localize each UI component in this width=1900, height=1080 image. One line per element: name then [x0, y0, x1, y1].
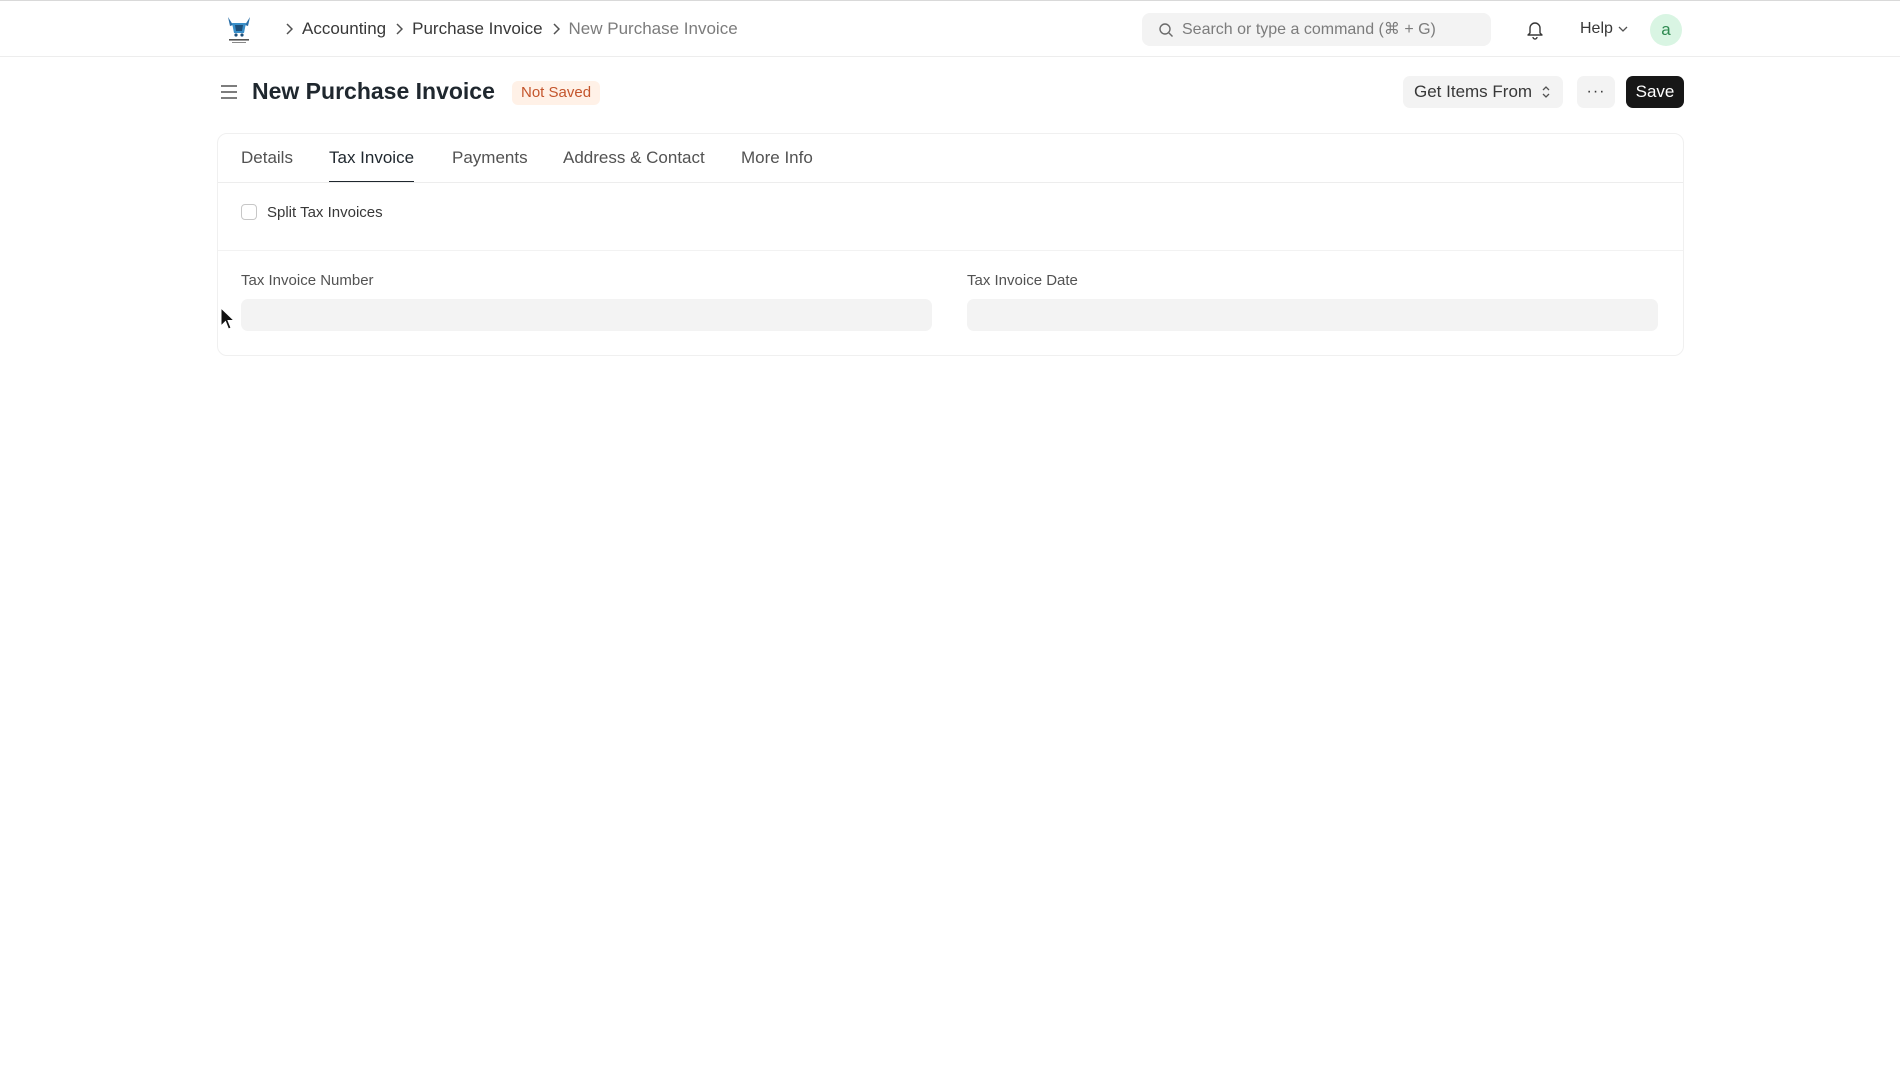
more-actions-button[interactable]: ···	[1577, 76, 1615, 108]
tab-payments[interactable]: Payments	[452, 148, 528, 182]
chevron-right-icon	[276, 19, 302, 39]
search-icon	[1159, 23, 1173, 37]
notification-bell-icon[interactable]	[1526, 20, 1544, 40]
select-arrows-icon	[1542, 86, 1550, 98]
page-title: New Purchase Invoice	[252, 78, 495, 104]
chevron-right-icon	[386, 19, 412, 39]
get-items-from-button[interactable]: Get Items From	[1403, 76, 1563, 108]
help-dropdown[interactable]: Help	[1580, 18, 1628, 40]
awesome-bar[interactable]	[1142, 13, 1491, 46]
tab-address-contact[interactable]: Address & Contact	[563, 148, 705, 182]
split-tax-invoices-label: Split Tax Invoices	[267, 203, 383, 221]
breadcrumb-accounting[interactable]: Accounting	[302, 19, 386, 39]
breadcrumb-current: New Purchase Invoice	[568, 19, 738, 38]
tax-invoice-date-label: Tax Invoice Date	[967, 272, 1078, 289]
chevron-right-icon	[543, 19, 569, 39]
form-tabs: Details Tax Invoice Payments Address & C…	[218, 134, 1683, 183]
top-navbar: Accounting Purchase Invoice New Purchase…	[0, 0, 1900, 57]
tab-details[interactable]: Details	[241, 148, 293, 182]
save-button[interactable]: Save	[1626, 76, 1684, 108]
tab-tax-invoice[interactable]: Tax Invoice	[329, 148, 415, 182]
app-logo-icon[interactable]	[224, 13, 254, 45]
tax-invoice-number-label: Tax Invoice Number	[241, 272, 374, 289]
section-divider	[218, 250, 1683, 251]
hamburger-menu-icon[interactable]	[220, 83, 238, 101]
split-tax-invoices-checkbox[interactable]	[241, 204, 257, 220]
tax-invoice-date-field[interactable]	[967, 299, 1658, 331]
get-items-from-label: Get Items From	[1414, 82, 1533, 101]
form-card: Details Tax Invoice Payments Address & C…	[217, 133, 1684, 356]
search-input[interactable]	[1182, 13, 1482, 46]
mouse-pointer-icon	[220, 306, 236, 331]
page-header: New Purchase Invoice Not Saved Get Items…	[216, 74, 1684, 110]
breadcrumb-purchase-invoice[interactable]: Purchase Invoice	[412, 19, 542, 39]
tab-more-info[interactable]: More Info	[741, 148, 813, 182]
split-tax-invoices-row[interactable]: Split Tax Invoices	[241, 202, 383, 222]
breadcrumb: Accounting Purchase Invoice New Purchase…	[276, 1, 738, 57]
status-badge: Not Saved	[512, 81, 601, 105]
help-label: Help	[1580, 20, 1613, 37]
avatar[interactable]: a	[1650, 14, 1682, 46]
chevron-down-icon	[1618, 26, 1628, 32]
tax-invoice-number-field[interactable]	[241, 299, 932, 331]
